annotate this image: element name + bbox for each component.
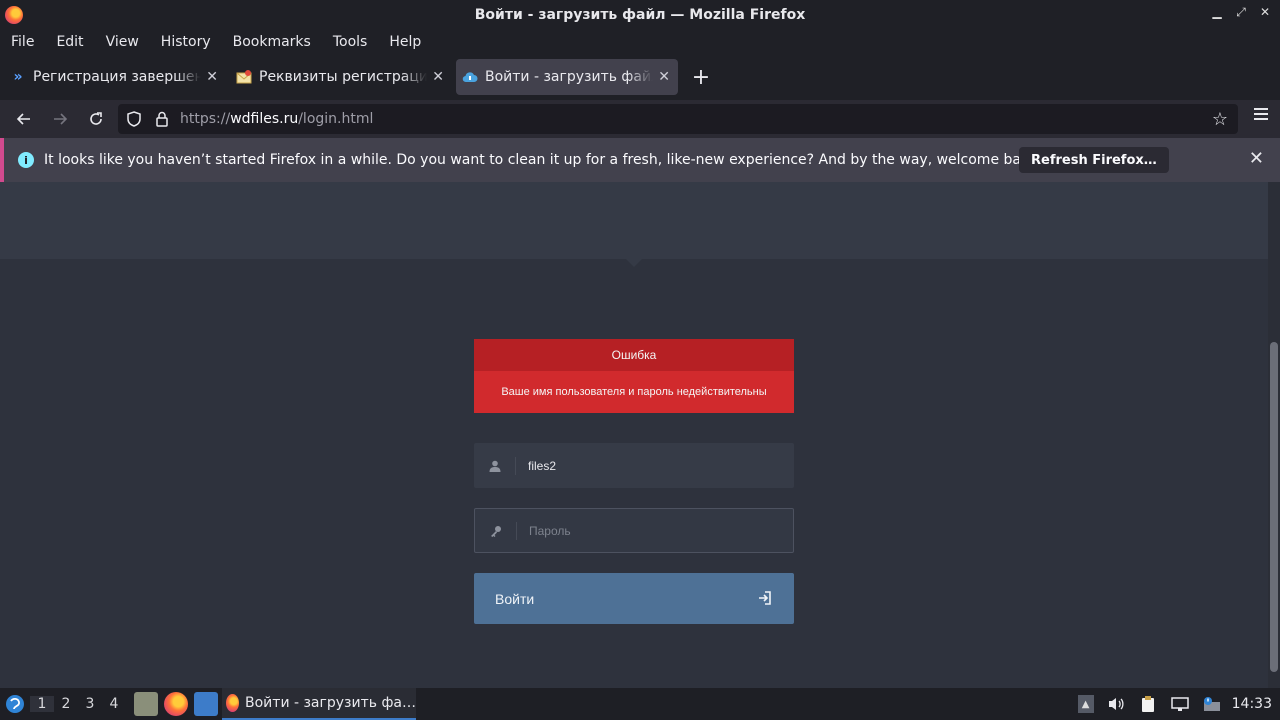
start-menu-icon[interactable] xyxy=(0,694,30,714)
clipboard-icon[interactable] xyxy=(1138,694,1158,714)
info-icon: i xyxy=(18,152,34,168)
menu-bar: File Edit View History Bookmarks Tools H… xyxy=(0,30,1280,54)
double-chevron-icon: » xyxy=(13,69,23,85)
tab-registration-details[interactable]: Реквизиты регистрации ✕ xyxy=(230,59,452,95)
bookmark-star-icon[interactable]: ☆ xyxy=(1212,109,1228,130)
back-arrow-icon xyxy=(16,113,30,125)
new-tab-button[interactable]: + xyxy=(686,62,716,92)
workspace-2[interactable]: 2 xyxy=(54,696,78,712)
window-controls: ▁ ⤢ ✕ xyxy=(1210,5,1272,20)
url-path: /login.html xyxy=(298,111,374,127)
sign-in-icon xyxy=(758,590,772,610)
login-button-label: Войти xyxy=(495,590,535,607)
lock-icon[interactable] xyxy=(150,111,174,127)
close-window-icon[interactable]: ✕ xyxy=(1258,5,1272,20)
password-placeholder: Пароль xyxy=(529,523,571,538)
network-icon[interactable] xyxy=(1170,694,1190,714)
tracking-protection-shield-icon[interactable] xyxy=(118,111,150,127)
reload-icon xyxy=(90,112,102,125)
taskbar-window-title: Войти - загрузить фа… xyxy=(245,695,416,711)
firefox-logo-icon xyxy=(5,6,23,24)
system-tray: ▲ 14:33 xyxy=(1072,688,1280,720)
window-titlebar: Войти - загрузить файл — Mozilla Firefox… xyxy=(0,0,1280,30)
notification-message: It looks like you haven’t started Firefo… xyxy=(44,152,1043,168)
page-content: Ошибка Ваше имя пользователя и пароль не… xyxy=(0,182,1268,688)
login-button[interactable]: Войти xyxy=(474,573,794,624)
clock: 14:33 xyxy=(1231,696,1272,712)
back-button[interactable] xyxy=(6,103,42,135)
username-value: files2 xyxy=(528,458,557,473)
workspace-3[interactable]: 3 xyxy=(78,696,102,712)
key-icon xyxy=(475,521,517,540)
tab-close-icon[interactable]: ✕ xyxy=(206,69,218,85)
scrollbar-thumb[interactable] xyxy=(1270,342,1278,672)
page-header-band xyxy=(0,182,1268,267)
menu-history[interactable]: History xyxy=(150,34,222,50)
firefox-window-icon xyxy=(226,694,240,712)
taskbar-window-firefox[interactable]: Войти - загрузить фа… xyxy=(222,688,416,720)
envelope-icon xyxy=(236,69,252,85)
reload-button[interactable] xyxy=(78,103,114,135)
workspace-4[interactable]: 4 xyxy=(102,696,126,712)
username-field[interactable]: files2 xyxy=(474,443,794,488)
forward-button[interactable] xyxy=(42,103,78,135)
url-text[interactable]: https://wdfiles.ru/login.html xyxy=(180,111,373,127)
tab-close-icon[interactable]: ✕ xyxy=(432,69,444,85)
tab-close-icon[interactable]: ✕ xyxy=(658,69,670,85)
workspace-1[interactable]: 1 xyxy=(30,696,54,712)
close-notification-icon[interactable]: ✕ xyxy=(1249,148,1264,169)
file-manager-icon[interactable] xyxy=(134,692,158,716)
menu-view[interactable]: View xyxy=(95,34,150,50)
error-title: Ошибка xyxy=(474,339,794,371)
navigation-bar: https://wdfiles.ru/login.html ☆ xyxy=(0,100,1280,138)
page-scrollbar[interactable] xyxy=(1268,182,1280,688)
firefox-launcher-icon[interactable] xyxy=(164,692,188,716)
taskbar: 1 2 3 4 Войти - загрузить фа… ▲ 14:33 xyxy=(0,688,1280,720)
error-alert: Ошибка Ваше имя пользователя и пароль не… xyxy=(474,339,794,413)
menu-edit[interactable]: Edit xyxy=(45,34,94,50)
tab-bar: » Регистрация завершена ✕ Реквизиты реги… xyxy=(0,54,1280,100)
menu-file[interactable]: File xyxy=(0,34,45,50)
user-icon xyxy=(474,456,516,475)
window-title: Войти - загрузить файл — Mozilla Firefox xyxy=(474,7,806,23)
url-scheme: https:// xyxy=(180,111,231,127)
app-menu-icon[interactable] xyxy=(1254,108,1268,120)
tray-up-arrow-icon[interactable]: ▲ xyxy=(1077,695,1094,713)
tab-title: Войти - загрузить файл xyxy=(485,69,653,85)
menu-tools[interactable]: Tools xyxy=(322,34,379,50)
tab-title: Регистрация завершена xyxy=(33,69,201,85)
cloud-icon xyxy=(462,69,478,85)
update-notifier-icon[interactable] xyxy=(1202,694,1222,714)
password-field[interactable]: Пароль xyxy=(474,508,794,553)
menu-help[interactable]: Help xyxy=(378,34,432,50)
refresh-firefox-button[interactable]: Refresh Firefox… xyxy=(1019,147,1169,173)
restore-icon[interactable]: ⤢ xyxy=(1234,5,1248,20)
url-host: wdfiles.ru xyxy=(230,111,299,127)
minimize-icon[interactable]: ▁ xyxy=(1210,5,1224,20)
url-bar[interactable]: https://wdfiles.ru/login.html ☆ xyxy=(118,104,1238,134)
forward-arrow-icon xyxy=(54,113,68,125)
error-message: Ваше имя пользователя и пароль недействи… xyxy=(474,371,794,413)
tab-title: Реквизиты регистрации xyxy=(259,69,427,85)
volume-icon[interactable] xyxy=(1106,694,1126,714)
desktop-icon[interactable] xyxy=(194,692,218,716)
tab-registration-complete[interactable]: » Регистрация завершена ✕ xyxy=(4,59,226,95)
refresh-notification-bar: i It looks like you haven’t started Fire… xyxy=(0,138,1280,182)
tab-login-upload[interactable]: Войти - загрузить файл ✕ xyxy=(456,59,678,95)
menu-bookmarks[interactable]: Bookmarks xyxy=(222,34,322,50)
